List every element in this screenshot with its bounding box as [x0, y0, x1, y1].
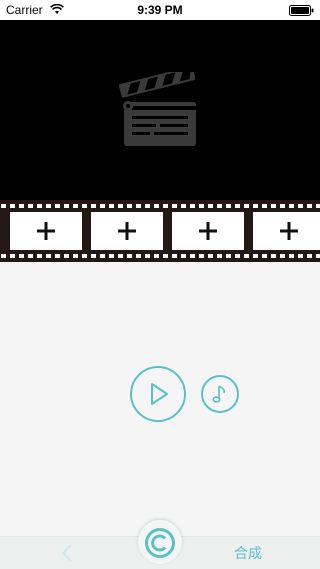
back-button[interactable]: [60, 543, 74, 568]
add-clip-slot-3[interactable]: [172, 212, 244, 250]
status-bar: Carrier 9:39 PM: [0, 0, 320, 20]
add-clip-slot-4[interactable]: [253, 212, 320, 250]
copyright-logo-icon: [145, 528, 175, 558]
add-clip-slot-1[interactable]: [10, 212, 82, 250]
plus-icon: [280, 222, 298, 240]
add-clip-slot-2[interactable]: [91, 212, 163, 250]
film-perforations: [0, 203, 320, 209]
plus-icon: [118, 222, 136, 240]
plus-icon: [199, 222, 217, 240]
video-preview[interactable]: [0, 20, 320, 200]
compose-button[interactable]: 合成: [234, 543, 262, 563]
chevron-left-icon: [61, 544, 72, 562]
play-icon: [151, 383, 168, 405]
battery-icon: [289, 5, 314, 19]
clapperboard-icon: [118, 66, 202, 153]
film-perforations: [0, 253, 320, 259]
music-note-icon: [212, 385, 225, 403]
logo-button[interactable]: [144, 527, 176, 559]
film-strip: [0, 200, 320, 262]
plus-icon: [37, 222, 55, 240]
status-time: 9:39 PM: [137, 3, 183, 17]
music-button[interactable]: [201, 375, 239, 413]
play-button[interactable]: [130, 366, 186, 422]
